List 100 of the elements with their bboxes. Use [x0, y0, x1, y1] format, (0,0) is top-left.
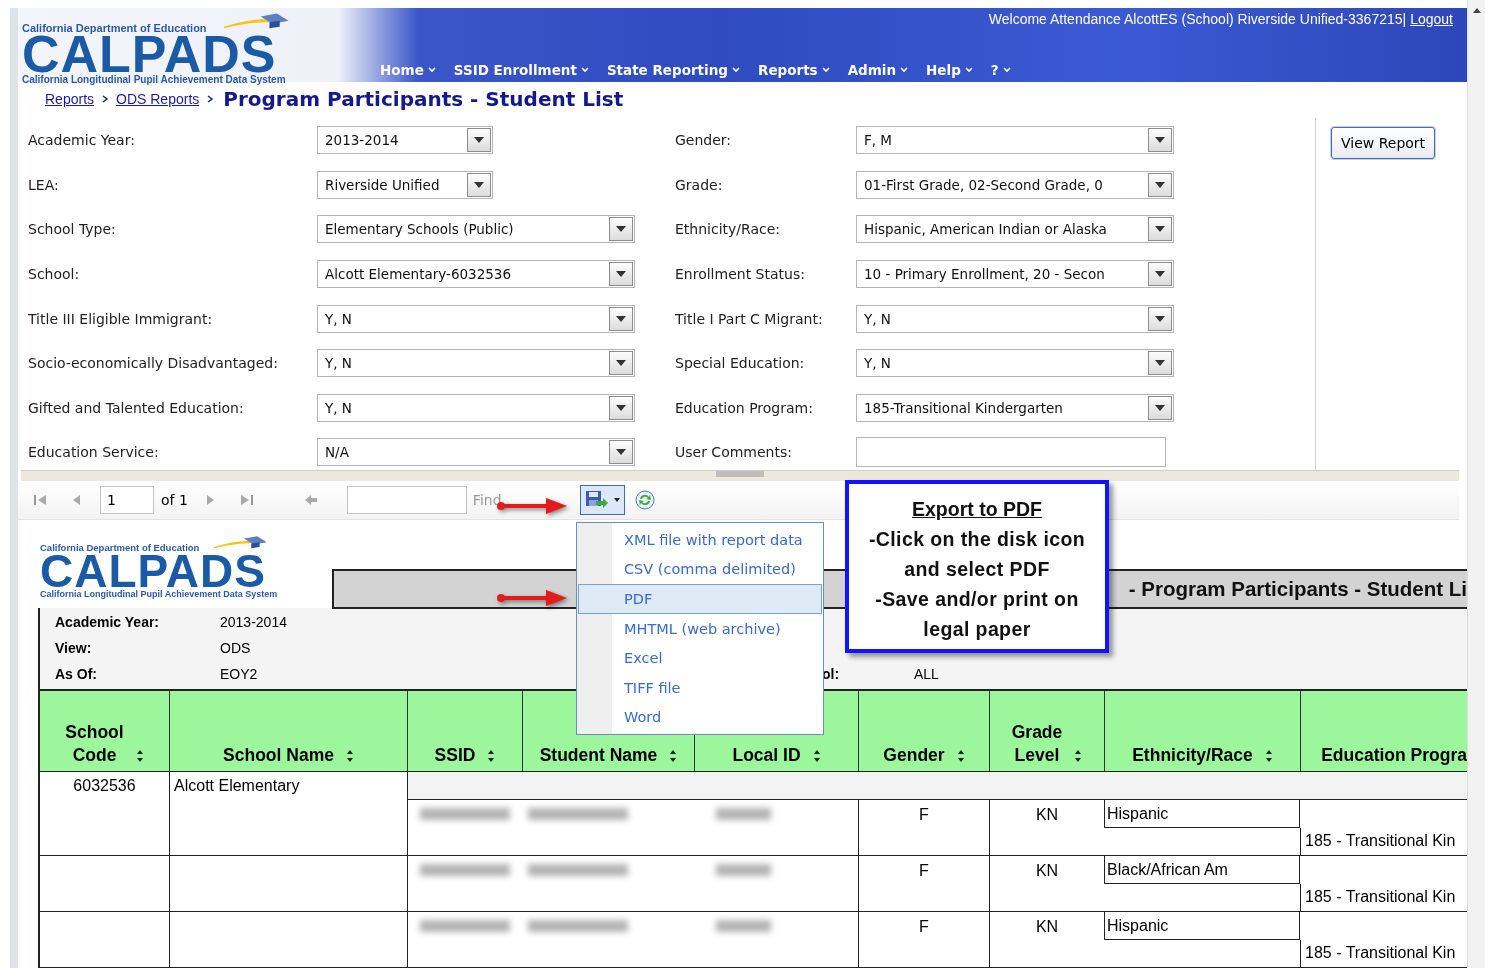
sort-icon[interactable] [135, 749, 144, 763]
export-button[interactable] [579, 485, 625, 515]
sort-icon[interactable] [669, 749, 678, 763]
blurred-text [716, 808, 771, 820]
table-cell: Hispanic [1104, 800, 1300, 828]
column-header[interactable]: Ethnicity/Race [1104, 691, 1300, 771]
last-page-icon[interactable] [238, 492, 255, 508]
logo-wordmark: CALPADS [40, 553, 266, 589]
column-header[interactable]: School Code [38, 691, 169, 771]
blurred-text [716, 864, 771, 876]
table-cell: Hispanic [1104, 912, 1300, 940]
breadcrumb-separator-icon [101, 95, 110, 103]
dropdown-arrow-icon [616, 404, 626, 411]
field-label: Education Program: [675, 399, 814, 416]
field-label: LEA: [28, 176, 60, 193]
dropdown-field[interactable]: Y, N [856, 349, 1174, 378]
dropdown-field[interactable]: N/A [317, 438, 635, 467]
chevron-down-icon [900, 67, 909, 73]
dropdown-field[interactable]: Y, N [317, 304, 635, 333]
breadcrumb-separator-icon [206, 95, 215, 103]
page-number-field[interactable]: 1 [100, 486, 154, 514]
dropdown-field[interactable]: 01-First Grade, 02-Second Grade, 0 [856, 170, 1174, 199]
menu-item[interactable]: XML file with report data [578, 525, 822, 555]
dropdown-field[interactable]: Y, N [317, 349, 635, 378]
dropdown-field[interactable]: F, M [856, 126, 1174, 155]
chevron-down-icon [821, 67, 830, 73]
field-label: Gender: [675, 132, 733, 149]
callout-text: and select PDF [904, 557, 1050, 582]
nav-menu-item[interactable]: Help [926, 62, 973, 78]
menu-item[interactable]: Word [578, 702, 822, 733]
field-label: Academic Year: [28, 132, 136, 149]
dropdown-field[interactable]: Riverside Unified [317, 170, 493, 199]
logo-subtitle: California Longitudinal Pupil Achievement Data System [40, 589, 279, 599]
collapse-handle[interactable] [716, 471, 764, 477]
page-title: Program Participants - Student List [223, 87, 624, 111]
info-value: 2013-2014 [220, 614, 287, 630]
field-label: Enrollment Status: [675, 266, 806, 283]
nav-menu-item[interactable]: State Reporting [606, 62, 740, 78]
dropdown-arrow-icon [1155, 315, 1165, 322]
nav-menu-item[interactable]: Reports [758, 62, 830, 78]
sort-icon[interactable] [1074, 749, 1083, 763]
table-cell: KN [989, 856, 1104, 911]
dropdown-field[interactable]: Y, N [317, 393, 635, 422]
dropdown-field[interactable]: Y, N [856, 304, 1174, 333]
field-label: Socio-economically Disadvantaged: [28, 355, 279, 372]
column-header[interactable]: School Name [169, 691, 407, 771]
dropdown-field[interactable]: 2013-2014 [317, 126, 493, 155]
chevron-down-icon [732, 67, 740, 73]
scroll-up-icon[interactable] [1472, 8, 1481, 13]
dropdown-field[interactable]: Alcott Elementary-6032536 [317, 260, 635, 289]
field-label: School: [28, 266, 81, 283]
dropdown-arrow-icon [1155, 360, 1165, 367]
info-value: EOY2 [220, 666, 258, 682]
column-header[interactable]: Gender [858, 691, 989, 771]
comments-field[interactable] [856, 437, 1166, 468]
find-field[interactable] [346, 486, 467, 514]
nav-menu-item[interactable]: Home [380, 62, 436, 78]
column-header[interactable]: SSID [407, 691, 522, 771]
sort-icon[interactable] [812, 749, 821, 763]
welcome-text: Welcome Attendance AlcottES (School) Riverside Unified-3367215| [988, 11, 1407, 27]
logout-link[interactable]: Logout [1410, 11, 1453, 27]
dropdown-field[interactable]: 185-Transitional Kindergarten [856, 393, 1174, 422]
dropdown-arrow-icon [474, 137, 484, 144]
dropdown-field[interactable]: Elementary Schools (Public) [317, 215, 635, 244]
nav-menu-item[interactable]: SSID Enrollment [453, 62, 589, 78]
logo-wordmark: CALPADS [22, 34, 277, 74]
caret-icon [613, 498, 620, 502]
callout-text: -Click on the disk icon [868, 527, 1086, 552]
table-cell: Black/African Am [1104, 856, 1300, 884]
info-value: ALL [914, 666, 939, 682]
callout-text: legal paper [923, 617, 1031, 642]
menu-item[interactable]: MHTML (web archive) [578, 613, 822, 644]
dropdown-arrow-icon [616, 271, 626, 278]
menu-item[interactable]: CSV (comma delimited) [578, 554, 822, 585]
sort-icon[interactable] [487, 749, 496, 763]
view-report-button[interactable]: View Report [1331, 127, 1436, 159]
dropdown-field[interactable]: Hispanic, American Indian or Alaska [856, 215, 1174, 244]
menu-item[interactable]: TIFF file [578, 672, 822, 703]
breadcrumb-link[interactable]: ODS Reports [116, 91, 200, 107]
sort-icon[interactable] [345, 749, 354, 763]
table-cell: 6032536 [38, 772, 169, 855]
nav-menu-item[interactable]: ? [990, 62, 1011, 78]
column-header[interactable]: Grade Level [989, 691, 1104, 771]
menu-item[interactable]: PDF [578, 584, 822, 614]
first-page-icon[interactable] [32, 492, 48, 508]
scrollbar[interactable] [1467, 0, 1485, 968]
menu-item[interactable]: Excel [578, 643, 822, 673]
sort-icon[interactable] [1264, 749, 1273, 763]
field-label: Special Education: [675, 355, 806, 372]
nav-menu-item[interactable]: Admin [847, 62, 909, 78]
refresh-icon[interactable] [634, 490, 655, 510]
field-label: Education Service: [28, 444, 160, 461]
breadcrumb-link[interactable]: Reports [45, 91, 95, 107]
field-label: Title III Eligible Immigrant: [28, 310, 214, 327]
chevron-down-icon [580, 67, 589, 73]
table-cell: KN [989, 912, 1104, 967]
table-cell: F [858, 800, 989, 855]
dropdown-field[interactable]: 10 - Primary Enrollment, 20 - Secon [856, 260, 1174, 289]
table-cell: F [858, 912, 989, 967]
sort-icon[interactable] [956, 749, 965, 763]
